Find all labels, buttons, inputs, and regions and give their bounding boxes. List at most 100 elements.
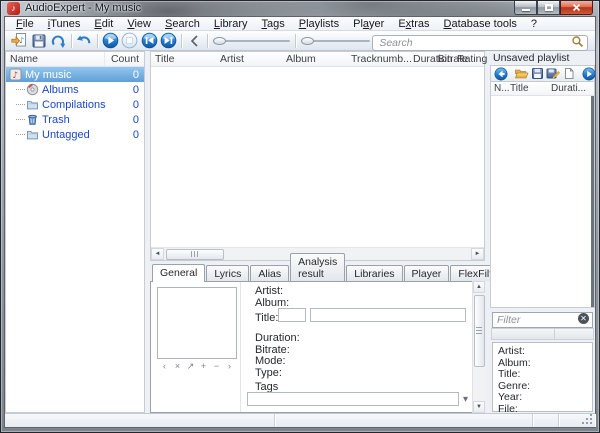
playlist-column-n[interactable]: N...	[494, 82, 510, 96]
scroll-up-icon[interactable]: ▲	[473, 281, 485, 293]
art-external-icon[interactable]: ↗	[187, 362, 195, 371]
menu-bar: FileiTunesEditViewSearchLibraryTagsPlayl…	[5, 17, 595, 31]
menu-tags[interactable]: Tags	[255, 17, 292, 31]
maximize-button[interactable]	[537, 1, 560, 15]
tab-analysis-result[interactable]: Analysis result	[290, 253, 345, 281]
library-tree: ♪My music0Albums0Compilations0Trash0Unta…	[6, 67, 144, 142]
playlist-save-button[interactable]	[529, 66, 545, 81]
menu-view[interactable]: View	[120, 17, 158, 31]
tree-item-count: 0	[106, 129, 144, 141]
progress-slider[interactable]	[211, 32, 292, 50]
svg-text:♪: ♪	[12, 71, 18, 81]
tree-connector	[16, 89, 25, 90]
track-column-album[interactable]: Album	[286, 52, 316, 67]
close-button[interactable]	[560, 1, 593, 15]
play-button[interactable]	[101, 31, 120, 50]
tags-input[interactable]	[247, 392, 459, 406]
undo-button[interactable]	[75, 31, 94, 50]
tags-dropdown-icon[interactable]: ▾	[463, 394, 468, 405]
playlist-column-title[interactable]: Title	[510, 82, 529, 96]
playlist-header: N...Title Durati...	[491, 82, 594, 96]
title-input[interactable]	[310, 308, 466, 322]
search-box	[372, 33, 588, 49]
tab-libraries[interactable]: Libraries	[346, 265, 402, 281]
playlist-back-button[interactable]	[493, 66, 509, 81]
scroll-right-icon[interactable]: ►	[471, 248, 484, 260]
minimize-button[interactable]	[514, 1, 537, 15]
content-divider	[240, 282, 241, 412]
track-column-tracknumb[interactable]: Tracknumb...	[351, 52, 412, 67]
clear-filter-icon[interactable]: ✕	[578, 313, 589, 324]
tree-item-my-music[interactable]: ♪My music0	[6, 67, 144, 82]
folder-icon	[26, 98, 39, 111]
playlist-panel: Unsaved playlist	[490, 51, 595, 413]
trash-icon	[26, 113, 39, 126]
menu-itunes[interactable]: iTunes	[41, 17, 88, 31]
hscroll-thumb[interactable]	[166, 249, 224, 260]
title-bar[interactable]: ♪ AudioExpert - My music	[1, 1, 599, 16]
playlist-column-durati[interactable]: Durati...	[551, 82, 586, 96]
tree-item-albums[interactable]: Albums0	[6, 82, 144, 97]
track-column-artist[interactable]: Artist	[220, 52, 244, 67]
strip-segment	[492, 329, 555, 339]
stop-button[interactable]	[120, 31, 139, 50]
tree-connector	[16, 119, 25, 120]
volume-slider[interactable]	[299, 32, 372, 50]
art-prev-icon[interactable]: ‹	[161, 362, 169, 371]
collapse-player-button[interactable]	[185, 31, 204, 50]
import-file-icon: ♪	[11, 32, 28, 49]
scroll-left-icon[interactable]: ◄	[151, 248, 164, 260]
menu-extras[interactable]: Extras	[391, 17, 436, 31]
refresh-button[interactable]	[49, 31, 68, 50]
scroll-down-icon[interactable]: ▼	[473, 401, 485, 413]
menu-database-tools[interactable]: Database tools	[437, 17, 524, 31]
detail-tabstrip: GeneralLyricsAliasAnalysis resultLibrari…	[150, 263, 485, 281]
art-add-icon[interactable]: +	[200, 362, 208, 371]
menu-search[interactable]: Search	[158, 17, 207, 31]
playlist-new-button[interactable]	[561, 66, 577, 81]
art-next-icon[interactable]: ›	[226, 362, 234, 371]
progress-slider-thumb[interactable]	[213, 37, 226, 45]
minimize-icon	[522, 9, 530, 11]
menu-item[interactable]: ?	[524, 17, 544, 31]
album-art-box[interactable]	[157, 287, 237, 359]
next-track-button[interactable]	[159, 31, 178, 50]
volume-slider-thumb[interactable]	[301, 37, 314, 45]
tab-lyrics[interactable]: Lyrics	[206, 265, 249, 281]
track-column-bitrate[interactable]: Bitrate	[438, 52, 468, 67]
title-number-input[interactable]	[278, 308, 306, 322]
art-remove-icon[interactable]: −	[213, 362, 221, 371]
playlist-open-button[interactable]	[513, 66, 529, 81]
menu-player[interactable]: Player	[346, 17, 391, 31]
playlist-body[interactable]	[491, 96, 594, 307]
tab-alias[interactable]: Alias	[250, 265, 289, 281]
previous-track-button[interactable]	[140, 31, 159, 50]
previous-track-icon	[141, 32, 158, 49]
menu-edit[interactable]: Edit	[87, 17, 120, 31]
menu-playlists[interactable]: Playlists	[292, 17, 346, 31]
art-delete-icon[interactable]: ×	[174, 362, 182, 371]
library-column-name[interactable]: Name	[6, 52, 104, 66]
tab-player[interactable]: Player	[404, 265, 450, 281]
menu-file[interactable]: File	[9, 17, 41, 31]
playlist-play-button[interactable]	[581, 66, 595, 81]
track-list-body[interactable]	[151, 67, 484, 247]
artist-label: Artist:	[255, 285, 283, 297]
tab-general[interactable]: General	[152, 264, 205, 282]
resize-grip-icon[interactable]	[590, 422, 592, 424]
tree-item-count: 0	[106, 99, 144, 111]
track-column-title[interactable]: Title	[155, 52, 174, 67]
tree-item-trash[interactable]: Trash0	[6, 112, 144, 127]
vscroll-thumb[interactable]	[474, 295, 485, 367]
playlist-save-as-button[interactable]	[545, 66, 561, 81]
tree-item-label: Albums	[42, 84, 106, 96]
search-input[interactable]	[372, 35, 588, 51]
save-button[interactable]	[29, 31, 48, 50]
detail-vscrollbar[interactable]: ▲ ▼	[472, 281, 485, 413]
save-edit-icon	[546, 67, 560, 81]
menu-library[interactable]: Library	[207, 17, 255, 31]
tree-item-compilations[interactable]: Compilations0	[6, 97, 144, 112]
import-file-button[interactable]: ♪	[10, 31, 29, 50]
tree-item-untagged[interactable]: Untagged0	[6, 127, 144, 142]
library-column-count[interactable]: Count	[104, 52, 144, 66]
